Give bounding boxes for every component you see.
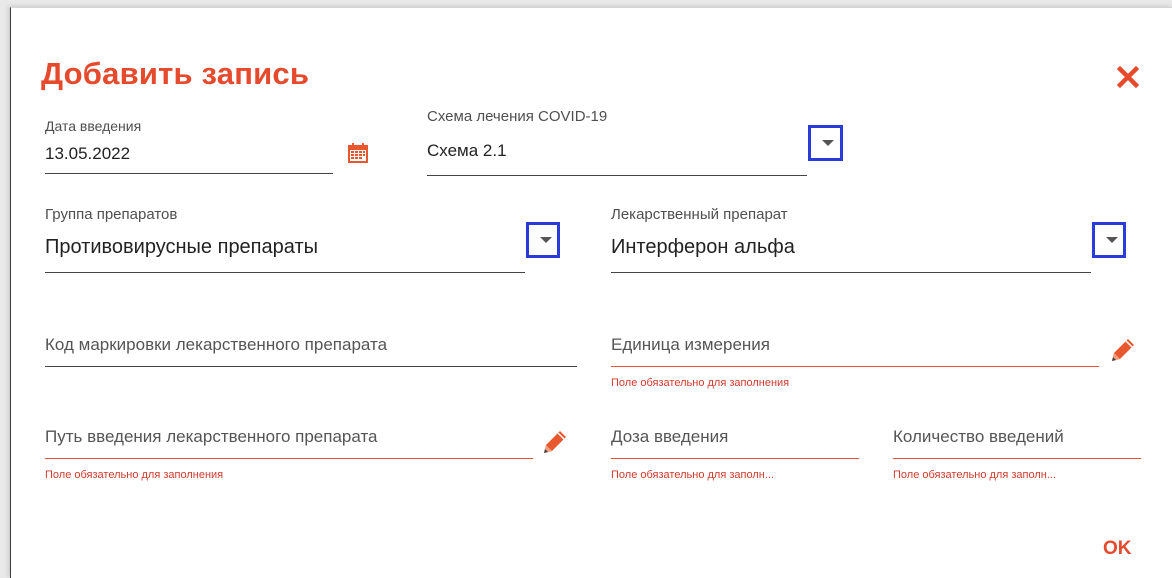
chevron-down-icon: [540, 237, 552, 243]
group-dropdown-button[interactable]: [526, 222, 560, 258]
drug-underline: [611, 272, 1091, 273]
group-label: Группа препаратов: [45, 206, 178, 223]
dialog-title: Добавить запись: [41, 56, 310, 91]
date-underline: [45, 173, 333, 174]
pencil-icon[interactable]: [541, 428, 569, 456]
group-underline: [45, 272, 525, 273]
group-value: Противовирусные препараты: [45, 236, 318, 258]
count-error: Поле обязательно для заполн...: [893, 469, 1056, 481]
chevron-down-icon: [1106, 237, 1118, 243]
dose-underline: [611, 458, 859, 459]
count-input[interactable]: Количество введений Поле обязательно для…: [893, 422, 1143, 492]
scheme-value: Схема 2.1: [427, 141, 507, 160]
route-input[interactable]: Путь введения лекарственного препарата П…: [45, 422, 585, 492]
dose-placeholder: Доза введения: [611, 427, 729, 446]
scheme-select[interactable]: Схема лечения COVID-19 Схема 2.1: [427, 108, 887, 182]
route-error: Поле обязательно для заполнения: [45, 469, 224, 481]
drug-label: Лекарственный препарат: [611, 206, 788, 223]
date-value: 13.05.2022: [45, 144, 131, 163]
drug-value: Интерферон альфа: [611, 236, 795, 258]
dose-input[interactable]: Доза введения Поле обязательно для запол…: [611, 422, 861, 492]
date-label: Дата введения: [45, 118, 142, 134]
close-icon[interactable]: [1115, 64, 1141, 90]
group-select[interactable]: Группа препаратов Противовирусные препар…: [45, 206, 585, 278]
drug-dropdown-button[interactable]: [1092, 222, 1126, 258]
drug-select[interactable]: Лекарственный препарат Интерферон альфа: [611, 206, 1151, 278]
route-underline: [45, 458, 533, 459]
unit-error: Поле обязательно для заполнения: [611, 377, 790, 389]
count-underline: [893, 458, 1141, 459]
calendar-icon[interactable]: [347, 142, 369, 164]
count-placeholder: Количество введений: [893, 427, 1064, 446]
route-placeholder: Путь введения лекарственного препарата: [45, 427, 378, 446]
marking-code-input[interactable]: Код маркировки лекарственного препарата: [45, 330, 585, 376]
add-record-dialog: Добавить запись Дата введения 13.05.2022: [10, 7, 1172, 578]
pencil-icon[interactable]: [1109, 336, 1137, 364]
unit-underline: [611, 366, 1099, 367]
scheme-label: Схема лечения COVID-19: [427, 108, 608, 125]
chevron-down-icon: [822, 140, 834, 146]
dose-error: Поле обязательно для заполн...: [611, 469, 774, 481]
unit-input[interactable]: Единица измерения Поле обязательно для з…: [611, 330, 1151, 400]
unit-placeholder: Единица измерения: [611, 335, 770, 354]
ok-button[interactable]: OK: [1103, 538, 1132, 560]
date-field[interactable]: Дата введения 13.05.2022: [45, 116, 385, 182]
scheme-dropdown-button[interactable]: [808, 125, 843, 161]
scheme-underline: [427, 175, 807, 176]
marking-code-underline: [45, 366, 577, 367]
marking-code-placeholder: Код маркировки лекарственного препарата: [45, 335, 388, 354]
